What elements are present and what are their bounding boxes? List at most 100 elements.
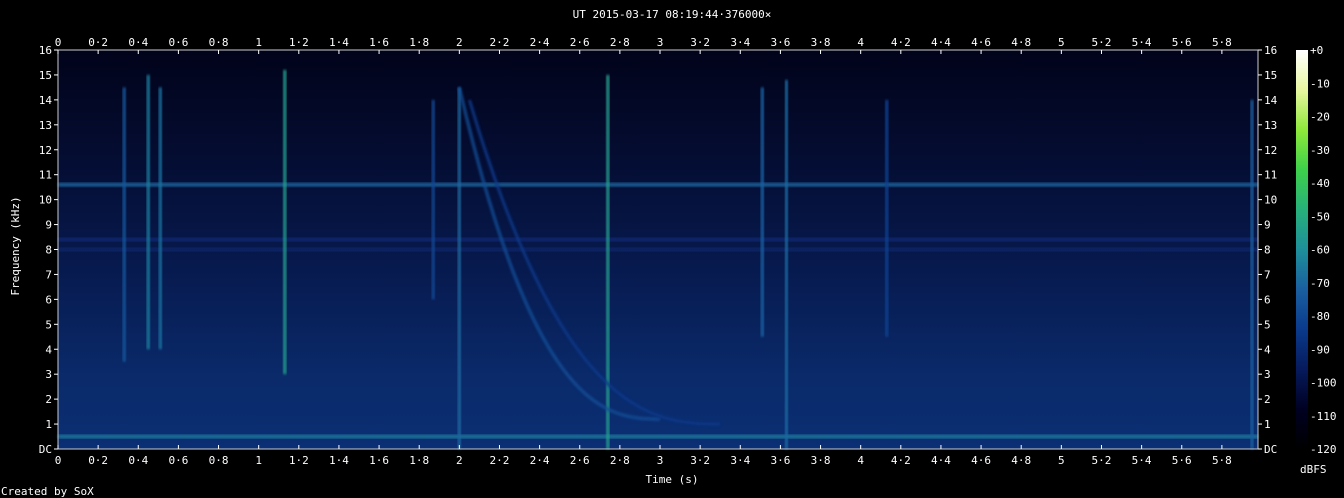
- x-tick-label-bottom: 5·2: [1092, 454, 1112, 467]
- x-tick-label-top: 4·2: [891, 36, 911, 49]
- x-tick-label-bottom: 3·8: [811, 454, 831, 467]
- x-tick-label-bottom: 2·8: [610, 454, 630, 467]
- sferic-mark: [1250, 99, 1254, 449]
- colorbar-tick-label: -30: [1310, 144, 1330, 157]
- x-tick-label-top: 2·6: [570, 36, 590, 49]
- x-tick-label-bottom: 4·2: [891, 454, 911, 467]
- colorbar-tick-label: -10: [1310, 77, 1330, 90]
- sferic-mark: [760, 87, 764, 337]
- y-tick-label-left: 4: [45, 343, 52, 356]
- x-tick-label-top: 5: [1058, 36, 1065, 49]
- x-tick-label-top: 5·4: [1132, 36, 1152, 49]
- y-tick-label-left: 3: [45, 368, 52, 381]
- x-tick-label-top: 3·4: [730, 36, 750, 49]
- x-tick-label-top: 5·6: [1172, 36, 1192, 49]
- x-tick-label-bottom: 1·2: [289, 454, 309, 467]
- y-tick-label-left: 13: [39, 119, 52, 132]
- x-tick-label-top: 1·8: [409, 36, 429, 49]
- y-tick-label-right: 9: [1264, 219, 1271, 232]
- x-tick-label-bottom: 4·8: [1011, 454, 1031, 467]
- x-tick-label-top: 2·8: [610, 36, 630, 49]
- x-tick-label-top: 4: [857, 36, 864, 49]
- x-tick-label-top: 4·8: [1011, 36, 1031, 49]
- x-tick-label-bottom: 2·6: [570, 454, 590, 467]
- x-tick-label-bottom: 0·2: [88, 454, 108, 467]
- y-tick-label-right: 7: [1264, 268, 1271, 281]
- x-tick-label-bottom: 3: [657, 454, 664, 467]
- x-tick-label-bottom: 0·4: [128, 454, 148, 467]
- colorbar-tick-label: -60: [1310, 244, 1330, 257]
- y-tick-label-left: 2: [45, 393, 52, 406]
- colorbar-tick-label: -20: [1310, 111, 1330, 124]
- x-tick-label-bottom: 5·8: [1212, 454, 1232, 467]
- x-tick-label-top: 1·4: [329, 36, 349, 49]
- y-tick-label-right: 5: [1264, 318, 1271, 331]
- y-tick-label-left: 8: [45, 244, 52, 257]
- colorbar-tick-label: -40: [1310, 177, 1330, 190]
- y-tick-label-left: 14: [39, 94, 53, 107]
- x-tick-label-top: 0·2: [88, 36, 108, 49]
- x-tick-label-top: 2·4: [530, 36, 550, 49]
- x-tick-label-top: 1·6: [369, 36, 389, 49]
- y-tick-label-left: 6: [45, 293, 52, 306]
- x-tick-label-bottom: 5·4: [1132, 454, 1152, 467]
- x-tick-label-top: 0: [55, 36, 62, 49]
- y-tick-label-right: 8: [1264, 244, 1271, 257]
- x-tick-label-top: 1: [255, 36, 262, 49]
- y-tick-label-right: 2: [1264, 393, 1271, 406]
- x-tick-label-bottom: 4·6: [971, 454, 991, 467]
- x-tick-label-bottom: 4: [857, 454, 864, 467]
- y-tick-label-left: 5: [45, 318, 52, 331]
- y-tick-label-right: 3: [1264, 368, 1271, 381]
- y-tick-label-right: 10: [1264, 194, 1277, 207]
- x-tick-label-bottom: 0: [55, 454, 62, 467]
- sferic-mark: [158, 87, 162, 350]
- x-tick-label-bottom: 4·4: [931, 454, 951, 467]
- y-tick-label-right: 13: [1264, 119, 1277, 132]
- x-tick-label-bottom: 2·4: [530, 454, 550, 467]
- x-tick-label-bottom: 1·4: [329, 454, 349, 467]
- x-tick-label-top: 1·2: [289, 36, 309, 49]
- colorbar-tick-label: -110: [1310, 410, 1337, 423]
- sferic-mark: [885, 99, 889, 337]
- x-tick-label-top: 3·8: [811, 36, 831, 49]
- y-tick-label-left: 10: [39, 194, 52, 207]
- y-tick-label-left: 7: [45, 268, 52, 281]
- colorbar-tick-label: -100: [1310, 377, 1337, 390]
- tone-line: [58, 247, 1258, 252]
- y-tick-label-left: 15: [39, 69, 52, 82]
- colorbar-tick-label: +0: [1310, 44, 1323, 57]
- sferic-mark: [606, 74, 610, 449]
- colorbar-gradient: [1296, 50, 1308, 449]
- x-tick-label-bottom: 0·6: [168, 454, 188, 467]
- sferic-mark: [122, 87, 126, 362]
- x-tick-label-top: 4·4: [931, 36, 951, 49]
- x-tick-label-top: 0·6: [168, 36, 188, 49]
- sferic-mark: [457, 87, 461, 449]
- tone-line: [58, 182, 1258, 187]
- x-tick-label-bottom: 5: [1058, 454, 1065, 467]
- sferic-mark: [784, 79, 789, 450]
- colorbar-tick-label: -80: [1310, 310, 1330, 323]
- x-tick-label-top: 0·8: [209, 36, 229, 49]
- y-tick-label-right: 1: [1264, 418, 1271, 431]
- y-tick-label-left: 11: [39, 169, 52, 182]
- x-tick-label-bottom: 1: [255, 454, 262, 467]
- x-tick-label-bottom: 1·8: [409, 454, 429, 467]
- x-tick-label-bottom: 0·8: [209, 454, 229, 467]
- x-tick-label-top: 5·2: [1092, 36, 1112, 49]
- y-tick-label-left: DC: [39, 443, 52, 456]
- x-tick-label-top: 2·2: [490, 36, 510, 49]
- y-tick-label-left: 9: [45, 219, 52, 232]
- y-tick-label-right: 16: [1264, 44, 1277, 57]
- x-tick-label-bottom: 2·2: [490, 454, 510, 467]
- tone-line: [58, 434, 1258, 439]
- x-tick-label-bottom: 3·6: [770, 454, 790, 467]
- x-tick-label-bottom: 3·2: [690, 454, 710, 467]
- colorbar-tick-label: -90: [1310, 343, 1330, 356]
- x-tick-label-top: 3·2: [690, 36, 710, 49]
- x-tick-label-top: 3·6: [770, 36, 790, 49]
- x-tick-label-top: 0·4: [128, 36, 148, 49]
- tone-line: [58, 237, 1258, 242]
- x-tick-label-bottom: 2: [456, 454, 463, 467]
